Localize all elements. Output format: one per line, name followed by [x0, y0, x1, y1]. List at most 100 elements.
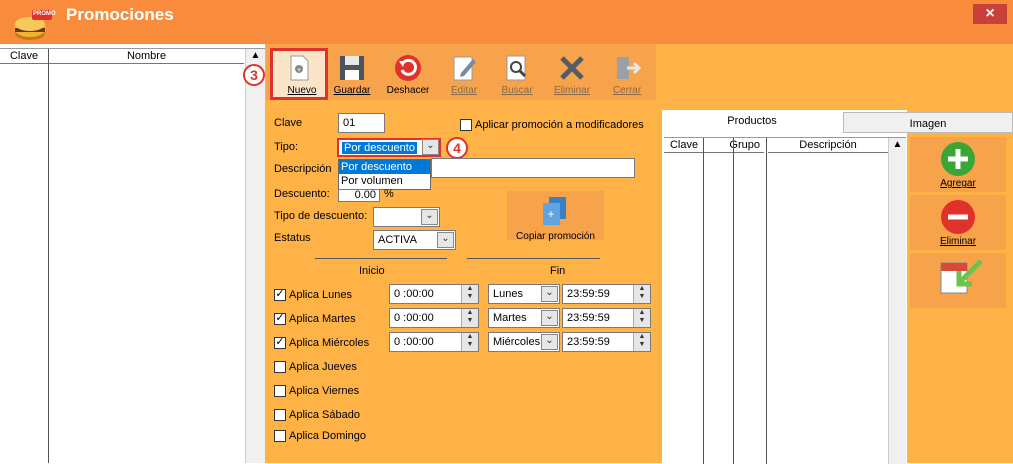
time-spinner[interactable]: ▲ ▼ [633, 333, 650, 351]
start-time-value: 0 :00:00 [394, 288, 434, 300]
tipo-option-por-descuento[interactable]: Por descuento [339, 160, 430, 174]
clave-input[interactable]: 01 [338, 113, 385, 133]
day-label: Aplica Sábado [289, 409, 360, 421]
left-grid-scrollbar[interactable]: ▲ [245, 49, 265, 463]
chevron-down-icon[interactable]: ⌄ [421, 209, 438, 225]
chevron-down-icon[interactable]: ⌄ [422, 139, 439, 155]
descripcion-input[interactable] [431, 158, 635, 178]
time-spinner[interactable]: ▲ ▼ [461, 285, 478, 303]
clave-label: Clave [274, 117, 303, 129]
end-day-value: Martes [493, 312, 527, 324]
tipo-selected-value: Por descuento [342, 142, 417, 154]
new-document-icon: + [290, 55, 309, 81]
agregar-label: Agregar [940, 178, 976, 189]
grid-border-top [0, 48, 266, 49]
column-header-descripcion[interactable]: Descripción [768, 138, 888, 153]
callout-marker-3: 3 [243, 64, 265, 86]
eliminar-button[interactable]: Eliminar [543, 48, 601, 100]
guardar-label: Guardar [333, 85, 371, 96]
estatus-value: ACTIVA [378, 234, 417, 246]
deshacer-button[interactable]: Deshacer [379, 48, 437, 100]
time-spinner[interactable]: ▲ ▼ [633, 309, 650, 327]
aplicar-modificadores-checkbox[interactable] [460, 119, 472, 131]
tipo-option-por-volumen[interactable]: Por volumen [339, 174, 430, 188]
estatus-label: Estatus [274, 232, 311, 244]
day-checkbox[interactable]: ✓ [274, 313, 286, 325]
end-day-value: Lunes [493, 288, 523, 300]
chevron-down-icon[interactable]: ⌄ [541, 310, 558, 326]
import-products-button[interactable] [910, 253, 1006, 308]
grid-divider [703, 138, 704, 464]
time-spinner[interactable]: ▲ ▼ [633, 285, 650, 303]
column-header-nombre[interactable]: Nombre [49, 49, 244, 64]
scroll-up-icon[interactable]: ▲ [889, 138, 906, 152]
day-checkbox[interactable] [274, 430, 286, 442]
descuento-value: 0.00 [354, 189, 376, 201]
guardar-button[interactable]: Guardar [323, 48, 381, 100]
add-plus-icon [941, 142, 975, 176]
nuevo-button[interactable]: + Nuevo [270, 48, 328, 100]
day-checkbox[interactable] [274, 385, 286, 397]
descuento-input[interactable]: 0.00 [338, 189, 380, 202]
eliminar-producto-label: Eliminar [939, 236, 977, 247]
scroll-up-icon[interactable]: ▲ [246, 49, 265, 63]
aplicar-modificadores-label: Aplicar promoción a modificadores [475, 119, 644, 131]
agregar-button[interactable]: Agregar [910, 137, 1006, 192]
inicio-divider [315, 258, 447, 259]
column-header-clave[interactable]: Clave [664, 138, 704, 153]
chevron-down-icon[interactable]: ⌄ [541, 286, 558, 302]
buscar-label: Buscar [501, 85, 533, 96]
delete-x-icon [560, 56, 584, 80]
products-grid-scrollbar[interactable]: ▲ [888, 138, 906, 464]
tab-imagen[interactable]: Imagen [843, 112, 1013, 133]
end-time-value: 23:59:59 [567, 288, 610, 300]
day-checkbox[interactable] [274, 409, 286, 421]
buscar-button[interactable]: Buscar [488, 48, 546, 100]
cerrar-button[interactable]: Cerrar [598, 48, 656, 100]
products-grid[interactable]: Clave Grupo Descripción ▲ [664, 137, 906, 464]
day-label: Aplica Lunes [289, 289, 352, 301]
copy-document-icon: + [543, 197, 566, 225]
edit-icon [453, 56, 476, 81]
app-logo: PROMO [10, 8, 56, 42]
copiar-promocion-label: Copiar promoción [516, 231, 595, 242]
day-label: Aplica Miércoles [289, 337, 370, 349]
end-time-value: 23:59:59 [567, 336, 610, 348]
copiar-promocion-button[interactable]: + Copiar promoción [507, 191, 604, 242]
time-spinner[interactable]: ▲ ▼ [461, 309, 478, 327]
grid-divider [733, 138, 734, 464]
day-label: Aplica Viernes [289, 385, 360, 397]
svg-text:+: + [547, 207, 554, 221]
grid-divider [48, 49, 49, 463]
editar-button[interactable]: Editar [435, 48, 493, 100]
window-title: Promociones [66, 5, 174, 24]
callout-marker-4: 4 [446, 137, 468, 159]
logo-badge-text: PROMO [33, 11, 56, 17]
column-header-grupo[interactable]: Grupo [704, 138, 764, 153]
column-header-clave[interactable]: Clave [0, 49, 48, 64]
deshacer-label: Deshacer [386, 85, 430, 96]
tab-productos[interactable]: Productos [662, 110, 842, 133]
inicio-header: Inicio [359, 265, 385, 277]
svg-text:+: + [297, 67, 301, 74]
promotions-list-grid[interactable]: Clave Nombre ▲ [0, 44, 266, 463]
eliminar-producto-button[interactable]: Eliminar [910, 195, 1006, 250]
fin-divider [467, 258, 600, 259]
day-checkbox[interactable]: ✓ [274, 289, 286, 301]
end-time-value: 23:59:59 [567, 312, 610, 324]
save-icon [340, 56, 364, 80]
import-arrow-icon [940, 259, 983, 294]
chevron-down-icon[interactable]: ⌄ [541, 334, 558, 350]
chevron-down-icon[interactable]: ⌄ [437, 232, 454, 248]
undo-icon [395, 55, 421, 81]
close-button[interactable]: × [973, 4, 1007, 24]
tipo-descuento-label: Tipo de descuento: [274, 210, 368, 222]
end-day-value: Miércoles [493, 336, 541, 348]
time-spinner[interactable]: ▲ ▼ [461, 333, 478, 351]
remove-minus-icon [941, 200, 975, 234]
tipo-dropdown-list[interactable]: Por descuento Por volumen [338, 159, 431, 190]
start-time-value: 0 :00:00 [394, 312, 434, 324]
day-checkbox[interactable]: ✓ [274, 337, 286, 349]
descuento-label: Descuento: [274, 188, 330, 200]
day-checkbox[interactable] [274, 361, 286, 373]
